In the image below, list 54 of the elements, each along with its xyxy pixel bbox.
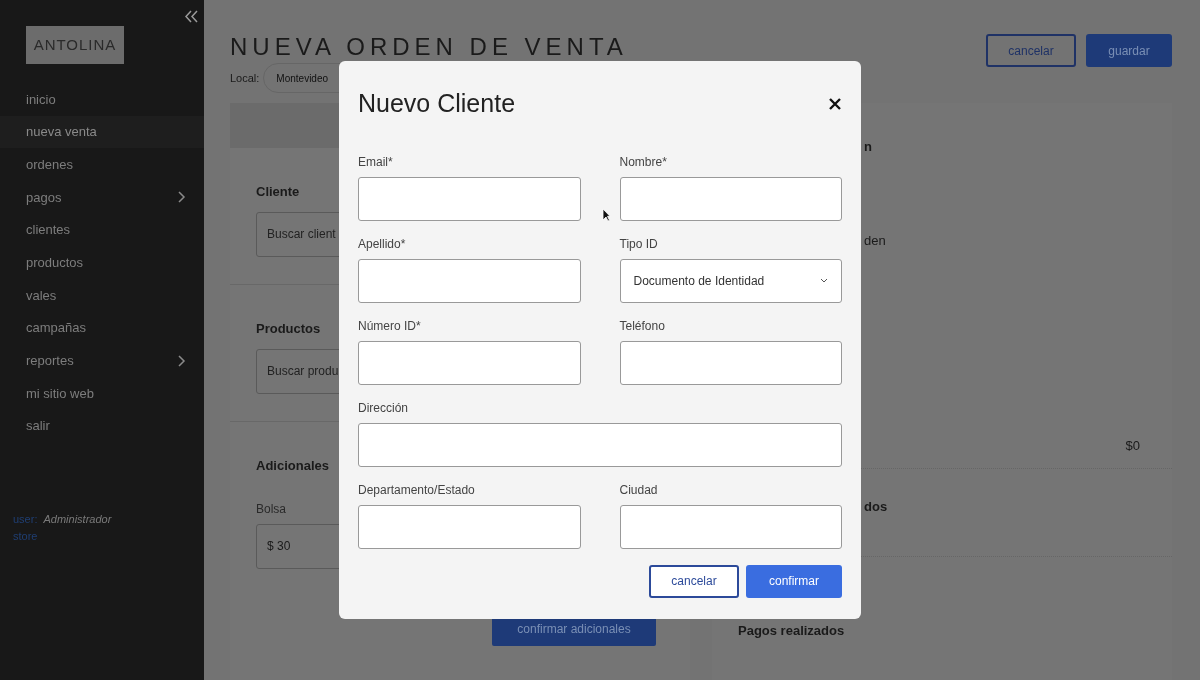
section-title: Cliente <box>256 183 300 201</box>
field-label: Teléfono <box>619 318 665 333</box>
user-name: Administrador <box>43 511 112 527</box>
input-field[interactable] <box>619 504 842 549</box>
logo: ANTOLINA <box>26 26 124 64</box>
summary-text: den <box>864 231 887 250</box>
nav-item[interactable]: productos <box>0 246 204 280</box>
input-field[interactable] <box>358 504 581 549</box>
nav-item[interactable]: mi sitio web <box>0 377 204 410</box>
field-label: Dirección <box>358 400 408 415</box>
chevron-icon <box>178 354 186 367</box>
cursor-icon <box>602 208 611 222</box>
input-field[interactable] <box>358 176 581 221</box>
chevron-down-icon <box>820 278 828 283</box>
nav-item[interactable]: ordenes <box>0 148 204 182</box>
payments-title: Pagos realizados <box>738 622 845 640</box>
page-title: NUEVA ORDEN DE VENTA <box>230 34 628 60</box>
nav-item[interactable]: reportes <box>0 344 204 378</box>
nav-item[interactable]: vales <box>0 279 204 312</box>
store-label: store <box>13 529 38 542</box>
close-icon[interactable] <box>829 97 841 110</box>
chevron-icon <box>178 191 186 204</box>
nav-item[interactable]: inicio <box>0 83 204 116</box>
local-label: Local: <box>230 70 260 86</box>
field-label: Email* <box>358 154 393 169</box>
nav-item[interactable]: nueva venta <box>0 115 204 149</box>
summary-text: dos <box>864 497 889 516</box>
nav-item[interactable]: clientes <box>0 213 204 247</box>
input-field[interactable] <box>619 176 842 221</box>
input-field[interactable] <box>619 340 842 385</box>
input-field[interactable] <box>358 258 581 303</box>
total-amount: $0 <box>1125 437 1140 455</box>
user-label: user: <box>13 511 38 527</box>
section-title: Adicionales <box>256 457 329 475</box>
field-label: Tipo ID <box>619 236 658 251</box>
cancel-button[interactable]: cancelar <box>986 34 1076 67</box>
field-label: Bolsa <box>256 500 287 518</box>
section-title: Productos <box>256 320 321 338</box>
field-label: Número ID* <box>358 318 421 333</box>
save-button[interactable]: guardar <box>1086 34 1172 67</box>
field-label: Departamento/Estado <box>358 482 475 497</box>
field-label: Nombre* <box>619 154 667 169</box>
input-field[interactable] <box>358 422 842 467</box>
cancel-button[interactable]: cancelar <box>649 564 739 598</box>
nav-item[interactable]: campañas <box>0 311 204 345</box>
confirm-button[interactable]: confirmar <box>746 564 842 598</box>
field-label: Apellido* <box>358 236 406 251</box>
nav-item[interactable]: pagos <box>0 181 204 214</box>
id-type-select[interactable]: Documento de Identidad <box>619 258 842 303</box>
input-field[interactable] <box>358 340 581 385</box>
summary-text: n <box>864 138 873 156</box>
collapse-icon[interactable] <box>185 10 198 23</box>
nav-item[interactable]: salir <box>0 409 204 443</box>
field-label: Ciudad <box>619 482 658 497</box>
